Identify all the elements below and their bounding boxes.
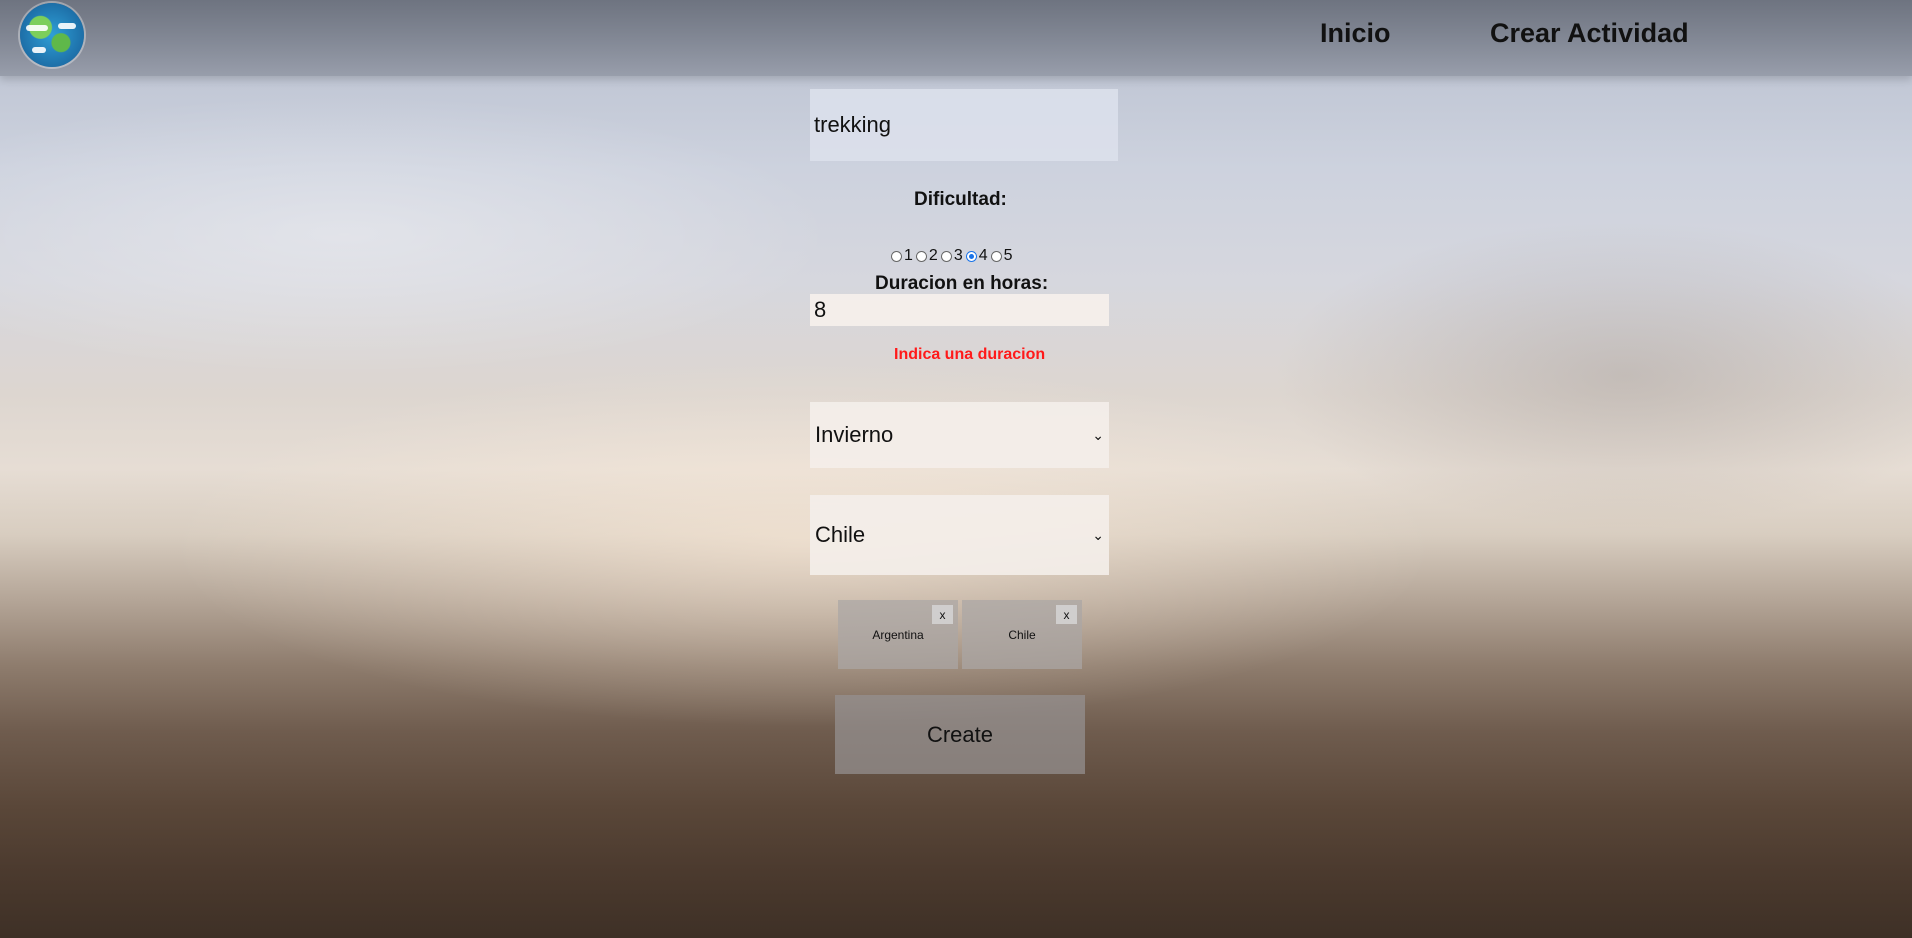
difficulty-radio-label: 4 bbox=[978, 247, 988, 264]
difficulty-radio-label: 2 bbox=[928, 247, 938, 264]
duration-input[interactable] bbox=[810, 294, 1109, 326]
difficulty-radio-group: 1 2 3 4 5 bbox=[890, 246, 1015, 266]
activity-name-input[interactable] bbox=[810, 89, 1118, 161]
chevron-down-icon: ⌄ bbox=[1092, 426, 1104, 443]
chevron-down-icon: ⌄ bbox=[1092, 526, 1104, 543]
difficulty-radio-label: 5 bbox=[1003, 247, 1013, 264]
create-activity-form: Dificultad: 1 2 3 4 5 Duracion en horas:… bbox=[0, 0, 1912, 938]
chip-country-name: Argentina bbox=[872, 627, 924, 642]
season-select[interactable]: Invierno ⌄ bbox=[810, 402, 1109, 468]
duration-label: Duracion en horas: bbox=[875, 273, 1049, 294]
country-select[interactable]: Chile ⌄ bbox=[810, 495, 1109, 575]
season-select-value: Invierno bbox=[815, 422, 894, 447]
create-button[interactable]: Create bbox=[835, 695, 1085, 774]
difficulty-radio-2[interactable] bbox=[915, 250, 927, 262]
difficulty-radio-1[interactable] bbox=[891, 250, 902, 262]
difficulty-radio-5[interactable] bbox=[990, 250, 1002, 262]
difficulty-radio-4[interactable] bbox=[965, 250, 977, 262]
selected-country-chip: Argentina x bbox=[838, 600, 958, 669]
difficulty-radio-label: 1 bbox=[904, 247, 913, 264]
selected-country-chip: Chile x bbox=[962, 600, 1082, 669]
chip-country-name: Chile bbox=[1008, 627, 1036, 642]
remove-country-button[interactable]: x bbox=[1056, 605, 1077, 624]
difficulty-radio-label: 3 bbox=[953, 247, 963, 264]
duration-error-message: Indica una duracion bbox=[894, 346, 1046, 363]
remove-country-button[interactable]: x bbox=[932, 605, 953, 624]
country-select-value: Chile bbox=[815, 522, 866, 547]
difficulty-radio-3[interactable] bbox=[940, 250, 952, 262]
difficulty-label: Dificultad: bbox=[914, 189, 1007, 210]
